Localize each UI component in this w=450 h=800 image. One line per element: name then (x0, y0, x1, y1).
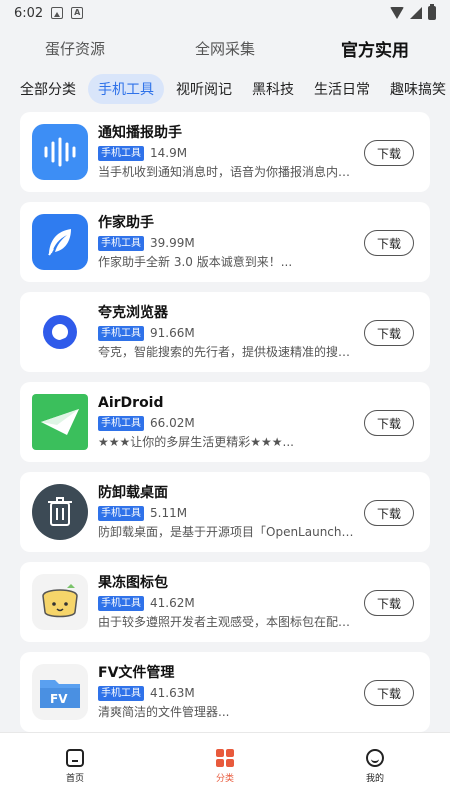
status-bar: 6:02 A (0, 0, 450, 26)
feather-icon (32, 214, 88, 270)
app-description: 夸克，智能搜索的先行者，提供极速精准的搜索... (98, 345, 356, 359)
category-badge: 手机工具 (98, 325, 144, 341)
app-size: 39.99M (150, 236, 195, 250)
app-card[interactable]: 果冻图标包 手机工具 41.62M 由于较多遵照开发者主观感受，本图标包在配色..… (20, 562, 430, 642)
app-list: 通知播报助手 手机工具 14.9M 当手机收到通知消息时，语音为你播报消息内容..… (20, 112, 430, 742)
category-badge: 手机工具 (98, 595, 144, 611)
app-card[interactable]: 夸克浏览器 手机工具 91.66M 夸克，智能搜索的先行者，提供极速精准的搜索..… (20, 292, 430, 372)
app-name: 作家助手 (98, 215, 154, 231)
download-button[interactable]: 下载 (364, 500, 414, 526)
nav-category-label: 分类 (215, 774, 234, 784)
voice-wave-icon (32, 124, 88, 180)
jelly-icon (32, 574, 88, 630)
app-size: 41.62M (150, 596, 195, 610)
app-size: 5.11M (150, 506, 188, 520)
app-description: 清爽简洁的文件管理器... (98, 705, 230, 719)
status-time: 6:02 (14, 5, 44, 21)
nav-category[interactable]: 分类 (150, 733, 300, 800)
paper-plane-icon (32, 394, 88, 450)
folder-icon: FV (32, 664, 88, 720)
app-name: FV文件管理 (98, 665, 175, 681)
nav-me[interactable]: 我的 (300, 733, 450, 800)
category-badge: 手机工具 (98, 685, 144, 701)
app-description: 防卸载桌面，是基于开源项目「OpenLauncher... (98, 525, 356, 539)
download-button[interactable]: 下载 (364, 320, 414, 346)
category-phone-tools[interactable]: 手机工具 (88, 74, 164, 104)
top-tabs: 蛋仔资源 全网采集 官方实用 (0, 26, 450, 70)
nav-home[interactable]: 首页 (0, 733, 150, 800)
app-name: 通知播报助手 (98, 125, 182, 141)
trash-icon (32, 484, 88, 540)
download-button[interactable]: 下载 (364, 230, 414, 256)
app-size: 91.66M (150, 326, 195, 340)
download-button[interactable]: 下载 (364, 140, 414, 166)
app-card[interactable]: AirDroid 手机工具 66.02M ★★★让你的多屏生活更精彩★★★... … (20, 382, 430, 462)
bottom-navigation: 首页 分类 我的 (0, 732, 450, 800)
app-description: 当手机收到通知消息时，语音为你播报消息内容... (98, 165, 356, 179)
app-name: 防卸载桌面 (98, 485, 168, 501)
category-badge: 手机工具 (98, 415, 144, 431)
app-card[interactable]: 防卸载桌面 手机工具 5.11M 防卸载桌面，是基于开源项目「OpenLaunch… (20, 472, 430, 552)
category-badge: 手机工具 (98, 505, 144, 521)
app-name: 果冻图标包 (98, 575, 168, 591)
category-badge: 手机工具 (98, 145, 144, 161)
image-notification-icon (51, 7, 64, 19)
text-notification-icon: A (71, 7, 84, 19)
nav-home-label: 首页 (65, 774, 84, 784)
category-daily-life[interactable]: 生活日常 (306, 74, 378, 104)
download-button[interactable]: 下载 (364, 590, 414, 616)
app-name: 夸克浏览器 (98, 305, 168, 321)
app-description: 由于较多遵照开发者主观感受，本图标包在配色... (98, 615, 356, 629)
category-badge: 手机工具 (98, 235, 144, 251)
category-all[interactable]: 全部分类 (12, 74, 84, 104)
category-grid-icon (216, 749, 234, 767)
svg-text:FV: FV (50, 692, 68, 706)
app-card[interactable]: FV FV文件管理 手机工具 41.63M 清爽简洁的文件管理器... 下载 (20, 652, 430, 732)
signal-icon (410, 7, 422, 19)
category-audio-video[interactable]: 视听阅记 (168, 74, 240, 104)
app-card[interactable]: 通知播报助手 手机工具 14.9M 当手机收到通知消息时，语音为你播报消息内容..… (20, 112, 430, 192)
download-button[interactable]: 下载 (364, 680, 414, 706)
app-name: AirDroid (98, 395, 164, 411)
app-size: 66.02M (150, 416, 195, 430)
app-card[interactable]: 作家助手 手机工具 39.99M 作家助手全新 3.0 版本诚意到来！... 下载 (20, 202, 430, 282)
tab-web-collection[interactable]: 全网采集 (150, 38, 300, 59)
profile-icon (366, 749, 384, 767)
app-description: 作家助手全新 3.0 版本诚意到来！... (98, 255, 293, 269)
nav-me-label: 我的 (365, 774, 384, 784)
download-button[interactable]: 下载 (364, 410, 414, 436)
app-description: ★★★让你的多屏生活更精彩★★★... (98, 435, 294, 449)
category-bar: 全部分类 手机工具 视听阅记 黑科技 生活日常 趣味搞笑 (0, 70, 450, 108)
app-size: 14.9M (150, 146, 188, 160)
app-size: 41.63M (150, 686, 195, 700)
tab-official-utility[interactable]: 官方实用 (300, 36, 450, 61)
home-icon (66, 749, 84, 767)
category-black-tech[interactable]: 黑科技 (244, 74, 302, 104)
battery-icon (428, 4, 436, 20)
wifi-icon (390, 7, 404, 19)
category-fun[interactable]: 趣味搞笑 (382, 74, 450, 104)
quark-icon (32, 304, 88, 360)
tab-dancai-resources[interactable]: 蛋仔资源 (0, 38, 150, 59)
